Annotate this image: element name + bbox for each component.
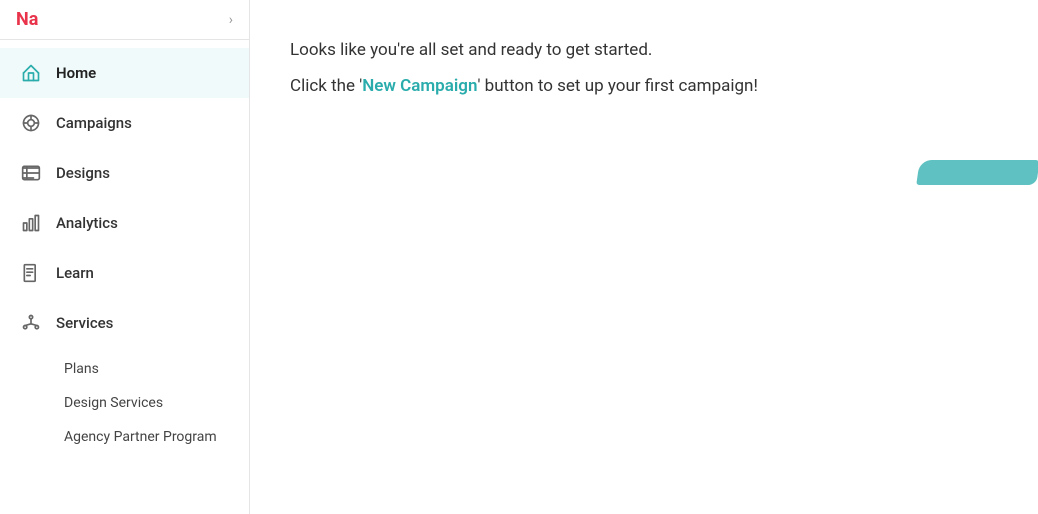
- home-icon: [20, 62, 42, 84]
- sidebar-item-services[interactable]: Services: [0, 298, 249, 348]
- services-sub-nav: Plans Design Services Agency Partner Pro…: [0, 348, 249, 458]
- sub-nav-item-design-services[interactable]: Design Services: [56, 386, 249, 420]
- campaigns-icon: [20, 112, 42, 134]
- analytics-icon: [20, 212, 42, 234]
- cta-suffix: ' button to set up your first campaign!: [477, 76, 757, 96]
- sub-nav-item-agency-partner[interactable]: Agency Partner Program: [56, 420, 249, 454]
- sidebar: Na › Home: [0, 0, 250, 514]
- sidebar-item-campaigns[interactable]: Campaigns: [0, 98, 249, 148]
- sub-nav-item-plans[interactable]: Plans: [56, 352, 249, 386]
- services-icon: [20, 312, 42, 334]
- cta-message: Click the 'New Campaign' button to set u…: [290, 76, 998, 96]
- map-shape: [916, 160, 1038, 185]
- sidebar-item-label-analytics: Analytics: [56, 214, 118, 232]
- sidebar-item-label-designs: Designs: [56, 164, 110, 182]
- sidebar-nav: Home Campaigns: [0, 40, 249, 514]
- sidebar-chevron-icon[interactable]: ›: [229, 12, 233, 28]
- sidebar-item-analytics[interactable]: Analytics: [0, 198, 249, 248]
- sidebar-item-label-home: Home: [56, 64, 96, 82]
- cta-prefix: Click the ': [290, 76, 362, 96]
- welcome-message: Looks like you're all set and ready to g…: [290, 40, 998, 60]
- designs-icon: [20, 162, 42, 184]
- sidebar-item-label-learn: Learn: [56, 264, 94, 282]
- sidebar-header: Na ›: [0, 0, 249, 40]
- sidebar-item-learn[interactable]: Learn: [0, 248, 249, 298]
- sidebar-item-designs[interactable]: Designs: [0, 148, 249, 198]
- sidebar-item-label-campaigns: Campaigns: [56, 114, 132, 132]
- learn-icon: [20, 262, 42, 284]
- map-decoration: [918, 160, 1038, 190]
- main-content: Looks like you're all set and ready to g…: [250, 0, 1038, 514]
- sidebar-item-home[interactable]: Home: [0, 48, 249, 98]
- new-campaign-link[interactable]: New Campaign: [362, 76, 477, 96]
- sidebar-logo: Na: [16, 9, 38, 30]
- sidebar-item-label-services: Services: [56, 314, 113, 332]
